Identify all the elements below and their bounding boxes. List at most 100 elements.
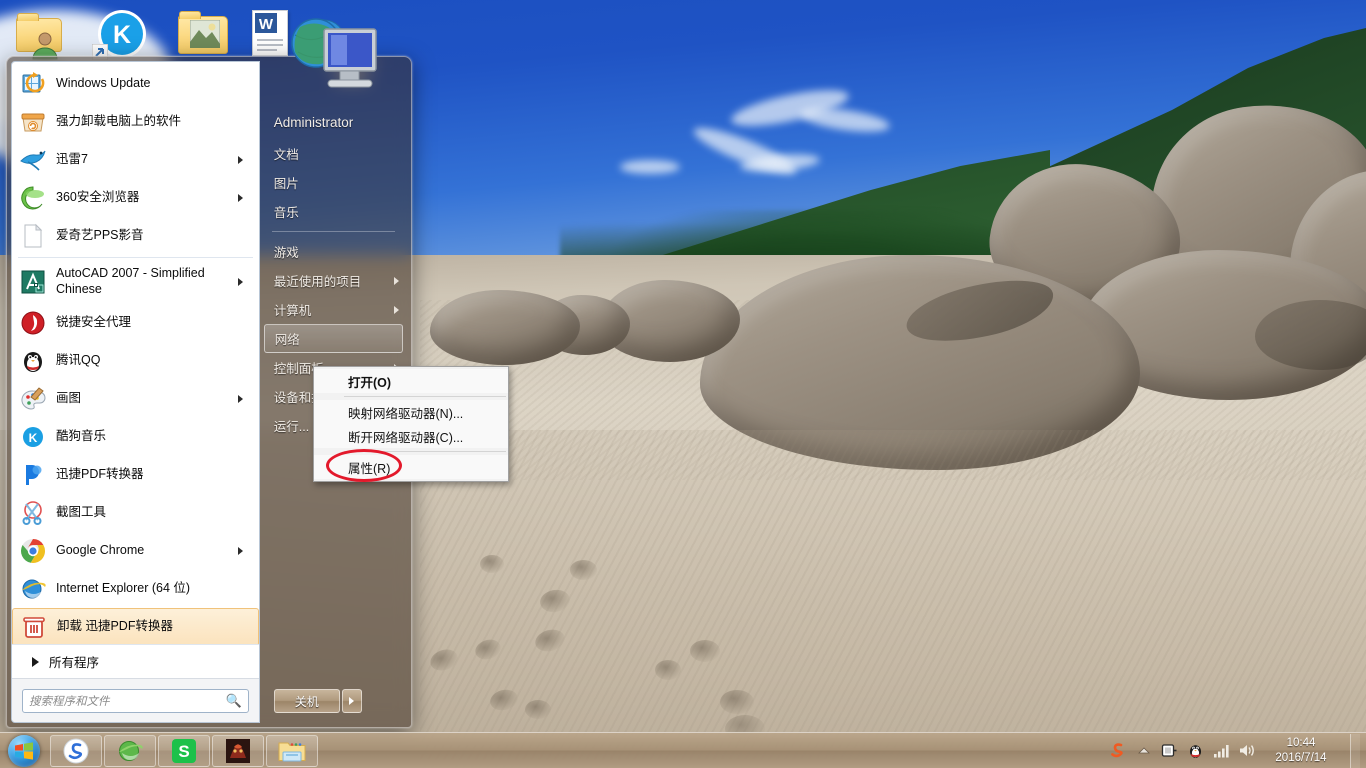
right-item-games[interactable]: 游戏 — [260, 237, 407, 266]
submenu-arrow-icon — [237, 278, 243, 286]
start-item-tencent-qq[interactable]: 腾讯QQ — [12, 342, 259, 380]
start-item-google-chrome[interactable]: Google Chrome — [12, 532, 259, 570]
show-hidden-icons-button[interactable] — [1135, 742, 1152, 759]
start-item-pps-video[interactable]: 爱奇艺PPS影音 — [12, 217, 259, 255]
game-taskbar-button[interactable] — [212, 734, 264, 767]
right-item-label: 网络 — [274, 333, 300, 347]
start-button[interactable] — [0, 733, 48, 768]
sogou-explorer-taskbar-button[interactable] — [50, 734, 102, 767]
start-item-uninstall-xunjie-pdf[interactable]: 卸载 迅捷PDF转换器 — [12, 608, 259, 644]
right-item-pictures[interactable]: 图片 — [260, 168, 407, 197]
file-explorer-taskbar-button[interactable] — [266, 734, 318, 767]
sogou-s-icon — [1111, 743, 1123, 758]
xunjie-pdf-icon — [26, 465, 42, 485]
start-item-label: 腾讯QQ — [56, 353, 101, 368]
wps-taskbar-button[interactable]: S — [158, 734, 210, 767]
search-icon: 🔍 — [225, 692, 242, 708]
chrome-icon — [20, 539, 46, 564]
usb-eject-icon — [1161, 744, 1177, 757]
qq-tray-icon[interactable] — [1187, 742, 1204, 759]
program-list-separator — [18, 257, 253, 258]
user-name[interactable]: Administrator — [260, 105, 407, 139]
search-input[interactable]: 搜索程序和文件 🔍 — [22, 688, 249, 713]
kugou-icon: K — [21, 425, 45, 449]
folder-icon — [278, 742, 306, 761]
internet-explorer-taskbar-button[interactable] — [104, 734, 156, 767]
context-menu-item-properties[interactable]: 属性(R) — [314, 455, 508, 479]
search-area[interactable]: 搜索程序和文件 🔍 — [12, 678, 259, 722]
right-item-network[interactable]: 网络 — [263, 324, 403, 353]
start-item-label: 画图 — [56, 391, 82, 406]
submenu-arrow-icon — [237, 156, 243, 164]
start-item-label: Windows Update — [56, 76, 151, 91]
game-icon — [226, 738, 250, 763]
signal-bars-icon — [1214, 745, 1229, 758]
all-programs-button[interactable]: 所有程序 — [12, 644, 259, 678]
start-item-label: Google Chrome — [56, 543, 145, 558]
start-item-label: 迅捷PDF转换器 — [56, 467, 144, 482]
uninstall-software-icon — [21, 113, 45, 132]
submenu-arrow-icon — [237, 547, 243, 555]
svg-text:K: K — [113, 21, 131, 49]
ie-icon — [119, 740, 143, 761]
boulder — [430, 290, 580, 365]
start-item-autocad[interactable]: AutoCAD 2007 - Simplified Chinese — [12, 260, 259, 304]
clock-time: 10:44 — [1286, 736, 1316, 749]
start-item-kugou-music[interactable]: K 酷狗音乐 — [12, 418, 259, 456]
sogou-input-tray-icon[interactable] — [1109, 742, 1126, 759]
context-menu-separator — [344, 451, 506, 452]
start-item-ruijie-agent[interactable]: 锐捷安全代理 — [12, 304, 259, 342]
submenu-arrow-icon — [394, 276, 399, 285]
shutdown-label: 关机 — [294, 694, 319, 709]
expand-arrow-icon — [32, 656, 39, 667]
right-item-label: 文档 — [273, 148, 299, 162]
right-item-documents[interactable]: 文档 — [260, 139, 407, 168]
clock[interactable]: 10:44 2016/7/14 — [1265, 736, 1337, 766]
shutdown-row[interactable]: 关机 — [260, 689, 407, 723]
start-item-360-browser[interactable]: 360安全浏览器 — [12, 179, 259, 217]
start-item-xunjie-pdf[interactable]: 迅捷PDF转换器 — [12, 456, 259, 494]
taskbar[interactable]: S 10:44 2016/7/14 — [0, 732, 1366, 768]
user-avatar[interactable] — [288, 11, 380, 97]
right-item-label: 最近使用的项目 — [273, 275, 362, 289]
start-item-thunder7[interactable]: 迅雷7 — [12, 141, 259, 179]
right-item-music[interactable]: 音乐 — [260, 197, 407, 226]
network-tray-icon[interactable] — [1213, 742, 1230, 759]
start-item-label: 强力卸载电脑上的软件 — [56, 114, 182, 129]
right-item-label: 运行... — [273, 420, 310, 434]
start-item-uninstall-software[interactable]: 强力卸载电脑上的软件 — [12, 103, 259, 141]
start-item-snipping-tool[interactable]: 截图工具 — [12, 494, 259, 532]
context-item-label: 映射网络驱动器(N)... — [348, 406, 464, 421]
start-menu-left-pane[interactable]: Windows Update 强力卸载电脑上的软件 迅雷7 360安全浏览器 爱… — [11, 61, 260, 723]
svg-text:W: W — [259, 16, 274, 33]
footprint — [570, 560, 597, 580]
start-item-internet-explorer[interactable]: Internet Explorer (64 位) — [12, 570, 259, 608]
right-item-recent-items[interactable]: 最近使用的项目 — [260, 266, 407, 295]
start-item-paint[interactable]: 画图 — [12, 380, 259, 418]
start-item-windows-update[interactable]: Windows Update — [12, 65, 259, 103]
context-menu-item-open[interactable]: 打开(O) — [314, 369, 508, 393]
volume-tray-icon[interactable] — [1239, 742, 1256, 759]
shutdown-button[interactable]: 关机 — [273, 689, 340, 713]
system-tray[interactable]: 10:44 2016/7/14 — [1109, 733, 1366, 768]
network-context-menu[interactable]: 打开(O) 映射网络驱动器(N)... 断开网络驱动器(C)... 属性(R) — [313, 366, 509, 482]
removable-media-tray-icon[interactable] — [1161, 742, 1178, 759]
program-list[interactable]: Windows Update 强力卸载电脑上的软件 迅雷7 360安全浏览器 爱… — [12, 62, 259, 644]
submenu-arrow-icon — [394, 305, 399, 314]
sogou-icon — [63, 738, 89, 763]
right-item-label: 音乐 — [273, 206, 299, 220]
windows-update-icon — [22, 72, 45, 93]
start-item-label: 360安全浏览器 — [56, 190, 140, 205]
right-item-computer[interactable]: 计算机 — [260, 295, 407, 324]
right-item-label: 游戏 — [273, 246, 299, 260]
snipping-tool-icon — [22, 501, 42, 525]
submenu-arrow-icon — [237, 395, 243, 403]
context-menu-item-disconnect-network-drive[interactable]: 断开网络驱动器(C)... — [314, 424, 508, 448]
shutdown-options-button[interactable] — [341, 689, 362, 713]
submenu-arrow-icon — [237, 194, 243, 202]
wps-icon: S — [172, 738, 196, 763]
autocad-icon — [21, 270, 45, 294]
svg-text:S: S — [178, 742, 189, 761]
show-desktop-button[interactable] — [1350, 733, 1360, 768]
context-menu-item-map-network-drive[interactable]: 映射网络驱动器(N)... — [314, 400, 508, 424]
